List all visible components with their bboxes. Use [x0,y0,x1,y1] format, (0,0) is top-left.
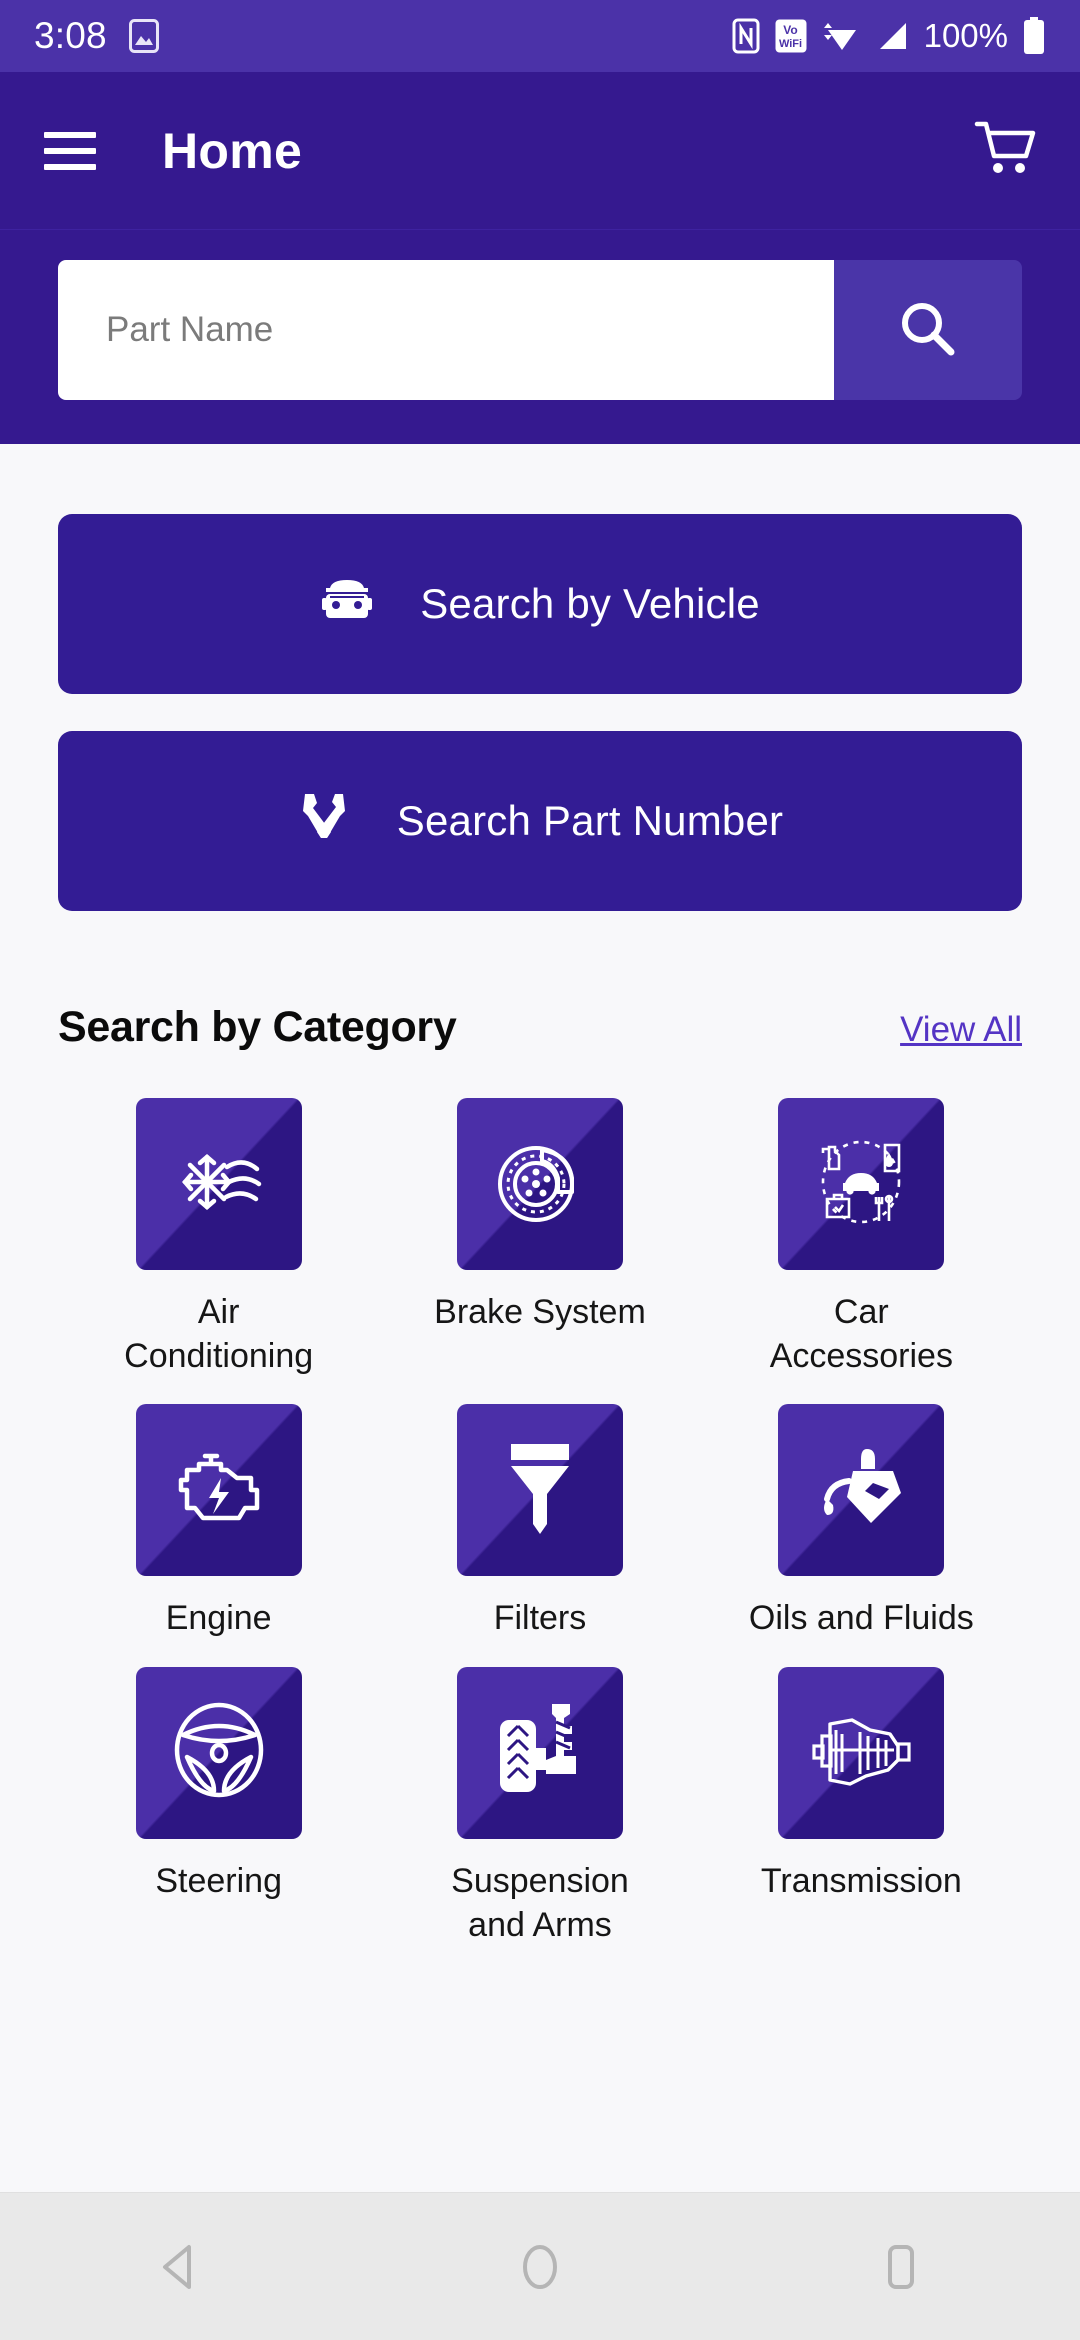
volte-wifi-icon: Vo WiFi [774,18,808,54]
steering-wheel-icon [170,1699,268,1806]
svg-text:WiFi: WiFi [779,38,802,50]
search-part-number-button[interactable]: Search Part Number [58,731,1022,911]
category-section-header: Search by Category View All [58,1003,1022,1052]
main-content: Search by Vehicle Search Part Number Sea… [0,444,1080,2192]
category-tile [135,1098,302,1270]
category-item-transmission[interactable]: Transmission [701,1666,1022,1947]
status-bar-left: 3:08 [34,15,159,57]
car-accessories-icon [809,1129,913,1240]
search-part-number-label: Search Part Number [396,797,784,844]
category-item-filters[interactable]: Filters [379,1404,700,1640]
category-tile [456,1404,623,1577]
transmission-gearbox-icon [808,1704,914,1801]
search-bar [58,260,1022,400]
category-label: Engine [165,1599,272,1638]
shopping-cart-icon[interactable] [974,118,1036,183]
snowflake-airflow-icon [169,1141,269,1228]
category-tile [135,1404,302,1577]
category-label: Brake System [434,1293,646,1331]
category-tile [456,1098,623,1270]
category-item-steering[interactable]: Steering [58,1666,379,1947]
category-section-title: Search by Category [58,1003,457,1051]
category-tile [778,1666,945,1839]
status-bar-right: Vo WiFi 100% [732,17,1046,55]
category-item-air-conditioning[interactable]: Air Conditioning [58,1098,379,1378]
category-label: Filters [493,1599,587,1638]
category-item-engine[interactable]: Engine [58,1404,379,1640]
category-item-oils-and-fluids[interactable]: Oils and Fluids [701,1404,1022,1640]
wifi-icon [822,18,862,54]
view-all-link[interactable]: View All [900,1010,1022,1050]
category-grid: Air Conditioning Brake System Car Access… [58,1098,1022,1947]
category-item-suspension-and-arms[interactable]: Suspension and Arms [379,1666,700,1947]
status-time: 3:08 [34,15,107,56]
category-label: Oils and Fluids [748,1599,974,1638]
hamburger-menu-icon[interactable] [44,131,96,170]
back-triangle-icon[interactable] [105,2242,255,2292]
category-label: Transmission [760,1861,962,1900]
button-spacer [58,694,1022,731]
crossed-tools-icon [297,790,351,852]
app-screen: 3:08 Vo WiFi 100% Home Part Name Search … [0,0,1080,2340]
status-bar: 3:08 Vo WiFi 100% [0,0,1080,72]
cellular-signal-icon [876,18,910,54]
funnel-filter-icon [497,1436,583,1545]
search-section [0,230,1080,444]
suspension-strut-icon [490,1698,590,1807]
battery-icon [1022,17,1046,55]
system-navigation-bar [0,2192,1080,2340]
home-circle-icon[interactable] [465,2241,615,2293]
app-bar: Home [0,72,1080,230]
search-by-vehicle-button[interactable]: Search by Vehicle [58,514,1022,694]
category-item-brake-system[interactable]: Brake System [379,1098,700,1378]
search-input[interactable] [58,260,834,400]
page-title: Home [162,122,303,179]
search-by-vehicle-label: Search by Vehicle [420,580,760,627]
svg-text:Vo: Vo [783,23,797,37]
category-tile [456,1666,623,1839]
oil-can-icon [809,1441,913,1540]
category-tile [135,1666,302,1839]
category-tile [778,1098,945,1270]
search-icon [895,296,961,365]
recents-square-icon[interactable] [825,2242,975,2292]
search-button[interactable] [834,260,1022,400]
category-item-car-accessories[interactable]: Car Accessories [701,1098,1022,1378]
category-label: Steering [155,1861,282,1900]
category-tile [778,1404,945,1577]
brake-disc-icon [492,1134,588,1235]
category-label: Car Accessories [769,1293,953,1376]
engine-icon [169,1442,269,1539]
battery-percent: 100% [923,17,1008,54]
category-label: Suspension and Arms [451,1861,629,1944]
category-label: Air Conditioning [124,1293,314,1376]
nfc-icon [732,18,760,54]
image-icon [128,19,159,53]
car-front-icon [320,576,374,632]
